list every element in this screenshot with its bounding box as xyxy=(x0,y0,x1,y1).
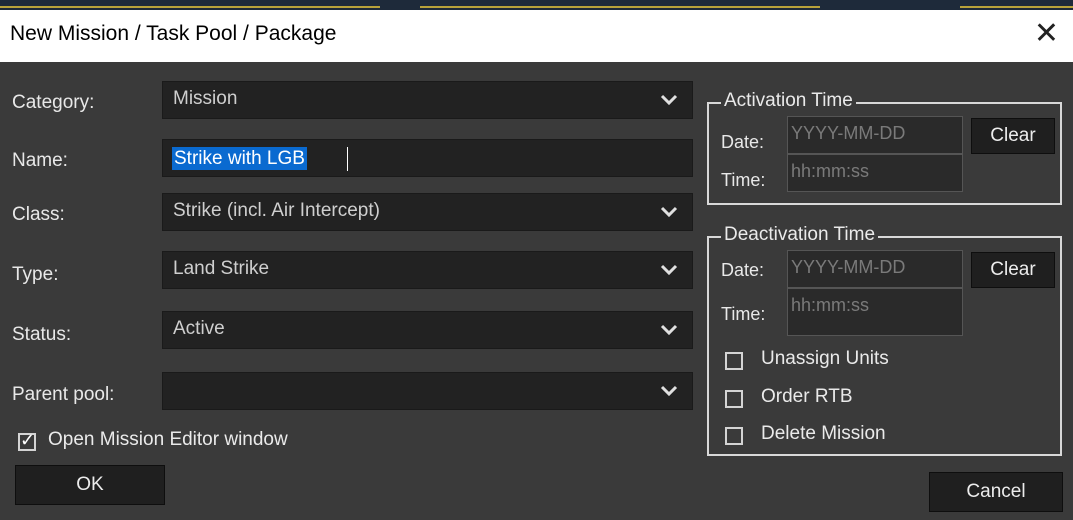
class-label: Class: xyxy=(12,204,65,225)
deactivation-time-title: Deactivation Time xyxy=(721,224,879,246)
parent-pool-label: Parent pool: xyxy=(12,384,115,405)
type-value: Land Strike xyxy=(173,258,270,279)
deactivation-time-input[interactable]: hh:mm:ss xyxy=(787,288,963,336)
text-caret xyxy=(347,147,348,171)
deactivation-date-placeholder: YYYY-MM-DD xyxy=(791,257,906,277)
deactivation-date-input[interactable]: YYYY-MM-DD xyxy=(787,250,963,288)
category-value: Mission xyxy=(173,88,238,109)
new-mission-dialog: Category: Mission Name: Strike with LGB … xyxy=(0,62,1073,520)
activation-date-label: Date: xyxy=(721,132,765,152)
status-value: Active xyxy=(173,318,225,339)
delete-mission-checkbox[interactable] xyxy=(725,427,743,445)
chevron-down-icon xyxy=(660,94,678,106)
activation-clear-button[interactable]: Clear xyxy=(971,118,1055,154)
name-input-value: Strike with LGB xyxy=(172,147,307,170)
cancel-button[interactable]: Cancel xyxy=(929,472,1063,512)
close-icon[interactable]: ✕ xyxy=(1034,16,1059,51)
open-editor-label: Open Mission Editor window xyxy=(48,429,288,450)
activation-time-group: Activation Time Date: YYYY-MM-DD Time: h… xyxy=(707,90,1062,205)
activation-time-placeholder: hh:mm:ss xyxy=(791,161,870,181)
unassign-units-label: Unassign Units xyxy=(761,348,889,369)
activation-time-title: Activation Time xyxy=(721,90,856,112)
name-input[interactable]: Strike with LGB xyxy=(162,139,693,177)
delete-mission-label: Delete Mission xyxy=(761,423,886,444)
activation-time-label: Time: xyxy=(721,170,766,190)
chevron-down-icon xyxy=(660,324,678,336)
chevron-down-icon xyxy=(660,385,678,397)
deactivation-time-group: Deactivation Time Date: YYYY-MM-DD Time:… xyxy=(707,224,1062,456)
deactivation-time-placeholder: hh:mm:ss xyxy=(791,295,870,315)
deactivation-date-label: Date: xyxy=(721,260,765,280)
chevron-down-icon xyxy=(660,264,678,276)
status-dropdown[interactable]: Active xyxy=(162,311,693,349)
deactivation-clear-button[interactable]: Clear xyxy=(971,252,1055,288)
activation-time-input[interactable]: hh:mm:ss xyxy=(787,154,963,192)
title-bar: New Mission / Task Pool / Package ✕ xyxy=(0,10,1073,62)
parent-pool-dropdown[interactable] xyxy=(162,372,693,410)
checkmark-icon: ✓ xyxy=(20,430,36,450)
map-border-line xyxy=(0,0,380,8)
order-rtb-checkbox[interactable] xyxy=(725,390,743,408)
class-dropdown[interactable]: Strike (incl. Air Intercept) xyxy=(162,193,693,231)
chevron-down-icon xyxy=(660,206,678,218)
background-map-strip xyxy=(0,0,1073,10)
activation-date-placeholder: YYYY-MM-DD xyxy=(791,123,906,143)
type-label: Type: xyxy=(12,264,59,285)
map-border-line xyxy=(960,0,1073,8)
activation-date-input[interactable]: YYYY-MM-DD xyxy=(787,116,963,154)
window-title: New Mission / Task Pool / Package xyxy=(10,22,337,45)
name-label: Name: xyxy=(12,150,68,171)
category-dropdown[interactable]: Mission xyxy=(162,81,693,119)
category-label: Category: xyxy=(12,92,95,113)
status-label: Status: xyxy=(12,324,72,345)
class-value: Strike (incl. Air Intercept) xyxy=(173,200,380,221)
type-dropdown[interactable]: Land Strike xyxy=(162,251,693,289)
unassign-units-checkbox[interactable] xyxy=(725,352,743,370)
map-border-line xyxy=(420,0,820,8)
deactivation-time-label: Time: xyxy=(721,304,766,324)
ok-button[interactable]: OK xyxy=(15,465,165,505)
order-rtb-label: Order RTB xyxy=(761,386,853,407)
open-editor-checkbox[interactable]: ✓ xyxy=(18,430,36,451)
